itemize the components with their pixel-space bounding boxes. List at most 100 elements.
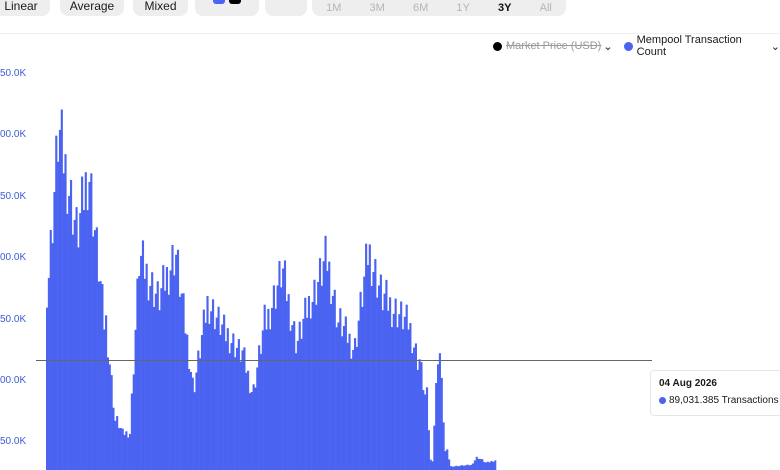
chart-bar [182,293,185,470]
chart-bar [416,369,419,470]
chart-bar [282,268,285,470]
chart-bar [479,458,482,470]
chart-bar [413,347,416,470]
chart-bar [97,281,100,470]
chart-bar [353,338,357,470]
chart-bar [228,353,231,470]
chart-bar [128,433,132,470]
chart-bar [81,176,84,470]
chart-bar [341,336,344,470]
chart-bar [403,316,406,470]
chart-bar [180,293,183,470]
chart-bar [95,227,98,470]
chart-bar [494,460,497,470]
chart-bar [92,236,95,470]
chart-bar [211,299,215,470]
chart-bar [466,464,469,470]
chart-bar [409,323,412,470]
chart-bar [431,461,434,470]
chart-bar [241,350,244,470]
chart-bar [53,192,56,470]
chart-bar [278,261,281,470]
chart-bar [210,311,213,470]
chart-bar [368,244,371,470]
chart-bar [355,346,358,470]
chart-bar [64,154,67,470]
chart-bar [285,301,288,470]
chart-bar [276,285,279,470]
chart-bar [188,368,191,470]
chart-bar [239,361,242,470]
chart-bar [119,428,122,470]
chart-bar [357,320,360,470]
chart-tooltip: 04 Aug 2026 89,031.385 Transactions [650,370,780,416]
chart-bar [405,304,408,470]
chart-bar [199,358,202,470]
chart-bar [414,343,417,470]
chart-bar [374,259,377,470]
chart-bar [359,291,362,470]
chart-bar [125,431,128,470]
chart-bar [165,266,169,470]
chart-bar [77,247,80,470]
chart-bar [62,173,65,470]
chart-bar [173,275,176,470]
chart-bar [51,243,54,470]
chart-bar [315,304,318,470]
chart-bar [79,213,82,470]
chart-bar [265,329,268,470]
chart-bar [167,294,170,470]
chart-bar [136,278,139,470]
chart-bar [473,460,477,470]
chart-bar [75,207,78,470]
chart-bar [254,387,257,470]
chart-bar [331,295,334,470]
chart-bar [200,335,204,470]
chart-bar [291,325,294,470]
chart-bar [477,458,480,470]
chart-bar [433,425,436,470]
chart-bar [263,304,266,470]
chart-bar [335,327,338,470]
chart-bar [460,465,464,470]
chart-bar [333,289,336,470]
chart-bar [365,243,368,470]
chart-bar [90,173,93,470]
chart-bar [488,462,491,470]
chart-bar [267,308,270,470]
chart-bar [453,466,456,470]
chart-bar [440,377,443,470]
chart-bar [130,393,133,470]
chart-bar [219,334,222,470]
chart-bar [318,258,322,470]
chart-bar [324,235,327,470]
chart-bar [47,277,50,470]
chart-bar [302,318,305,470]
chart-bar [197,350,200,470]
chart-bar [328,261,331,470]
chart-bar [195,372,198,470]
chart-bar [311,301,314,470]
chart-bar [132,374,135,470]
tooltip-date: 04 Aug 2026 [659,378,717,389]
chart-bar [274,308,277,470]
chart-bar [424,394,427,470]
chart-bar [411,353,414,470]
chart-bar [221,324,224,470]
chart-bar [252,384,255,470]
chart-bar [93,230,97,470]
chart-bar [230,343,233,470]
chart-bar [247,370,250,470]
chart-bar [425,387,429,470]
chart-bar [346,342,349,470]
chart-bar [134,329,137,470]
chart-bar [215,317,218,470]
chart-bar [481,459,484,470]
chart-bar [339,308,342,470]
chart-bar [191,377,194,470]
chart-bar [110,375,113,470]
chart-bar [235,347,239,470]
chart-bar [309,318,312,470]
chart-bar [175,254,178,470]
chart-bar [396,327,399,470]
